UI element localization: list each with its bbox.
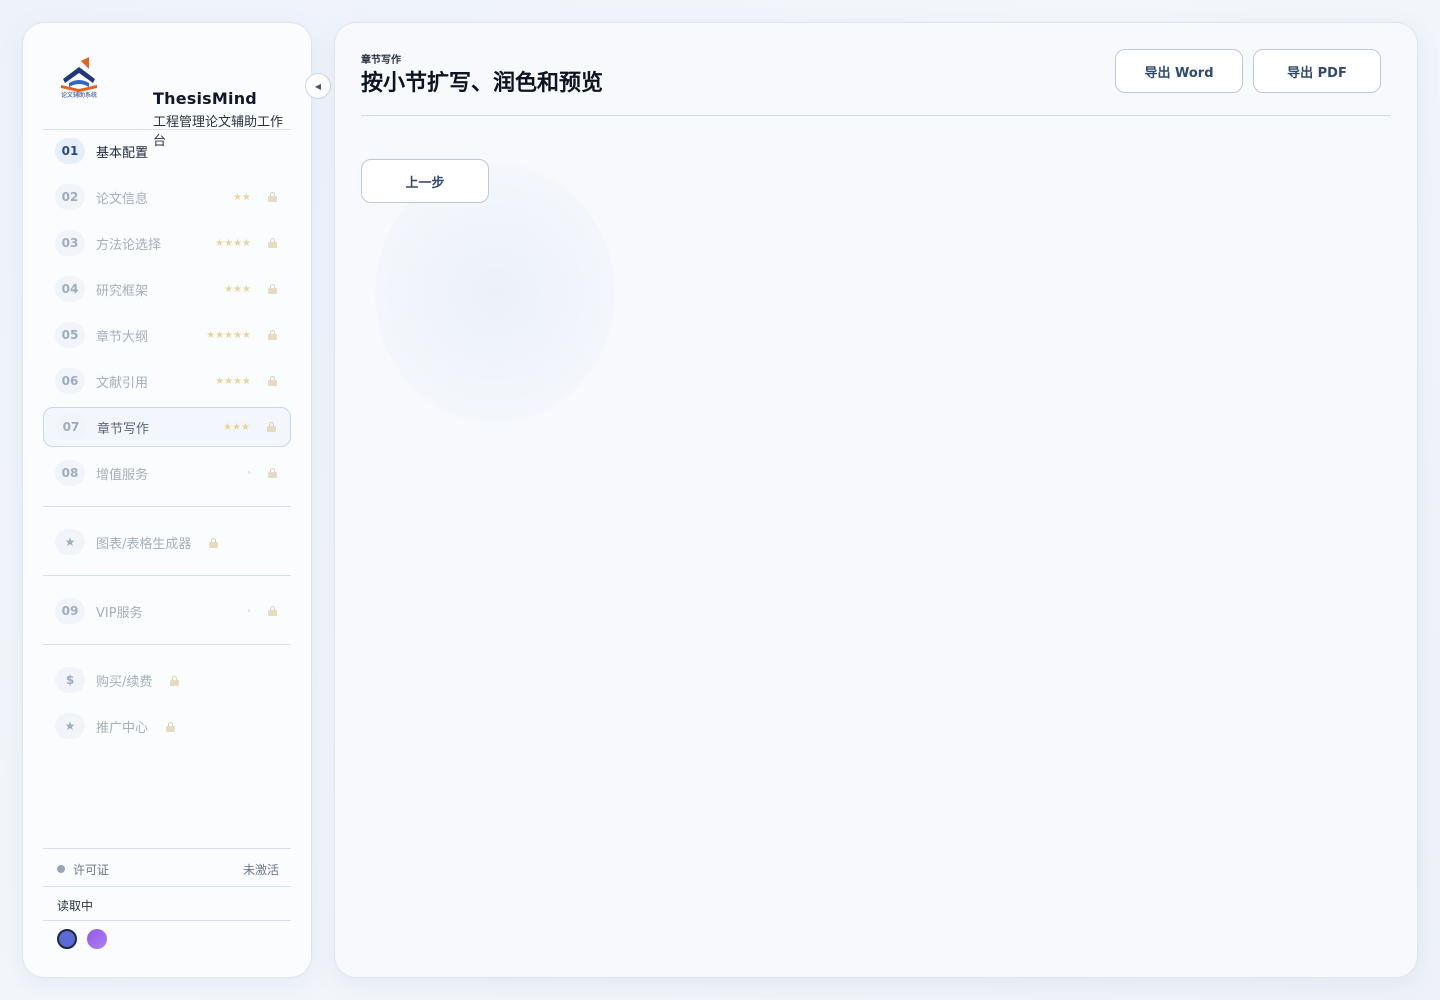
lock-icon: [268, 192, 277, 202]
extra-label: 推广中心: [96, 717, 176, 736]
divider: [43, 575, 291, 576]
license-state: 未激活: [242, 863, 279, 877]
difficulty-stars: ★★★★★: [206, 329, 251, 341]
step-number: 02: [55, 184, 85, 210]
lock-icon: [268, 606, 277, 616]
step-number: 05: [55, 322, 85, 348]
nav-purchase-renew[interactable]: $ 购买/续费: [43, 660, 291, 700]
logo-icon: 论文辅助系统: [61, 57, 97, 99]
theme-swatch-blue[interactable]: [57, 929, 77, 949]
divider: [43, 886, 291, 887]
step-label: 章节写作: [97, 421, 150, 437]
tool-label: 图表/表格生成器: [96, 533, 219, 552]
step-number: 03: [55, 230, 85, 256]
nav-step-05[interactable]: 05 章节大纲 ★★★★★: [43, 315, 291, 355]
chevron-right-icon: ›: [247, 468, 251, 478]
step-label: 论文信息: [96, 191, 149, 207]
lock-icon: [209, 537, 219, 548]
nav-step-07[interactable]: 07 章节写作 ★★★: [43, 407, 291, 447]
difficulty-stars: ★★★★: [215, 237, 251, 249]
nav-step-03[interactable]: 03 方法论选择 ★★★★: [43, 223, 291, 263]
nav-step-06[interactable]: 06 文献引用 ★★★★: [43, 361, 291, 401]
license-label: 许可证: [73, 863, 110, 877]
step-label: 文献引用: [96, 375, 149, 391]
step-label: 章节大纲: [96, 329, 149, 345]
step-label: 研究框架: [96, 283, 149, 299]
dollar-icon: $: [55, 667, 85, 693]
lock-icon: [268, 468, 277, 478]
nav-step-08[interactable]: 08 增值服务 ›: [43, 453, 291, 493]
license-status: 许可证 未激活: [57, 861, 279, 877]
step-number: 08: [55, 460, 85, 486]
divider: [43, 848, 291, 849]
export-word-button[interactable]: 导出 Word: [1115, 49, 1243, 93]
step-number: 06: [55, 368, 85, 394]
step-label: 方法论选择: [96, 237, 162, 253]
difficulty-stars: ★★★: [223, 421, 250, 433]
divider: [43, 506, 291, 507]
lock-icon: [268, 284, 277, 294]
brand: 论文辅助系统 ThesisMind 工程管理论文辅助工作台 ◀: [53, 53, 331, 149]
difficulty-stars: ★★★★: [215, 375, 251, 387]
step-number: 01: [55, 138, 85, 164]
divider: [43, 920, 291, 921]
nav-step-02[interactable]: 02 论文信息 ★★: [43, 177, 291, 217]
lock-icon: [267, 422, 276, 432]
chevron-left-icon: ◀: [314, 81, 322, 91]
lock-icon: [268, 376, 277, 386]
sidebar: 论文辅助系统 ThesisMind 工程管理论文辅助工作台 ◀ 01 基本配置 …: [22, 22, 331, 978]
status-dot-icon: [57, 865, 65, 873]
difficulty-stars: ★★★: [224, 283, 251, 295]
chevron-right-icon: ›: [247, 606, 251, 616]
loading-status: 读取中: [57, 899, 94, 913]
step-label: 增值服务: [96, 467, 149, 483]
main-panel: 章节写作 按小节扩写、润色和预览 导出 Word 导出 PDF 上一步: [334, 22, 1418, 978]
step-number: 09: [55, 598, 85, 624]
theme-swatch-purple[interactable]: [87, 929, 107, 949]
step-label: VIP服务: [96, 605, 143, 621]
logo-text: 论文辅助系统: [61, 91, 97, 99]
section-eyebrow: 章节写作: [361, 55, 401, 66]
step-number: 04: [55, 276, 85, 302]
step-number: 07: [56, 414, 86, 440]
page-title: 按小节扩写、润色和预览: [361, 71, 604, 96]
nav-chart-table-generator[interactable]: ★ 图表/表格生成器: [43, 522, 291, 562]
lock-icon: [166, 721, 176, 732]
step-label: 基本配置: [96, 145, 149, 161]
star-icon: ★: [55, 529, 85, 555]
star-icon: ★: [55, 713, 85, 739]
extra-label: 购买/续费: [96, 671, 180, 690]
divider: [43, 644, 291, 645]
nav-vip-service[interactable]: 09 VIP服务 ›: [43, 591, 291, 631]
export-pdf-button[interactable]: 导出 PDF: [1253, 49, 1381, 93]
app-title: ThesisMind: [153, 89, 257, 108]
difficulty-stars: ★★: [233, 191, 251, 203]
nav-step-01[interactable]: 01 基本配置: [43, 131, 291, 171]
lock-icon: [268, 238, 277, 248]
lock-icon: [170, 675, 180, 686]
collapse-sidebar-button[interactable]: ◀: [305, 73, 331, 99]
divider: [43, 129, 291, 130]
lock-icon: [268, 330, 277, 340]
nav-promotion-center[interactable]: ★ 推广中心: [43, 706, 291, 746]
prev-step-button[interactable]: 上一步: [361, 159, 489, 203]
nav-step-04[interactable]: 04 研究框架 ★★★: [43, 269, 291, 309]
header-divider: [361, 115, 1391, 116]
